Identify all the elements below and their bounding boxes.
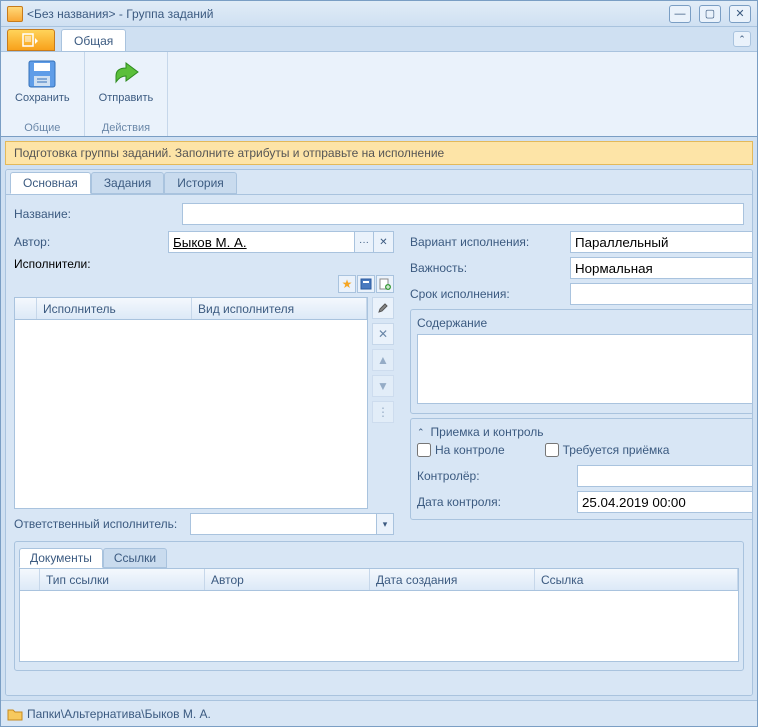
tab-history[interactable]: История (164, 172, 237, 194)
tab-documents[interactable]: Документы (19, 548, 103, 568)
send-icon (110, 58, 142, 90)
favorite-button[interactable]: ★ (338, 275, 356, 293)
delete-icon: ✕ (378, 327, 388, 341)
need-accept-checkbox[interactable]: Требуется приёмка (545, 443, 670, 457)
ribbon-group-actions: Отправить Действия (85, 52, 169, 136)
address-book-button[interactable] (357, 275, 375, 293)
ribbon-tab-general[interactable]: Общая (61, 29, 126, 51)
col-executor[interactable]: Исполнитель (37, 298, 192, 319)
send-button[interactable]: Отправить (95, 56, 158, 106)
ribbon-body: Сохранить Общие Отправить Действия (1, 51, 757, 137)
content-area: Основная Задания История Название: Автор… (5, 169, 753, 696)
save-button[interactable]: Сохранить (11, 56, 74, 106)
titlebar: <Без названия> - Группа заданий — ▢ ✕ (1, 1, 757, 27)
main-tabs: Основная Задания История (6, 170, 752, 194)
due-input[interactable] (570, 283, 752, 305)
col-doc-date[interactable]: Дата создания (370, 569, 535, 590)
app-icon (7, 6, 23, 22)
documents-grid-body[interactable] (20, 591, 738, 661)
delete-row-button[interactable]: ✕ (372, 323, 394, 345)
documents-section: Документы Ссылки Тип ссылки Автор Дата с… (14, 541, 744, 671)
responsible-dropdown-button[interactable]: ▾ (376, 513, 394, 535)
author-input[interactable] (168, 231, 354, 253)
name-input[interactable] (182, 203, 744, 225)
maximize-button[interactable]: ▢ (699, 5, 721, 23)
close-button[interactable]: ✕ (729, 5, 751, 23)
add-icon (379, 278, 391, 290)
status-path: Папки\Альтернатива\Быков М. А. (27, 707, 211, 721)
accept-legend: Приемка и контроль (431, 425, 544, 439)
arrow-up-icon: ▲ (377, 353, 389, 367)
controller-input[interactable] (577, 465, 752, 487)
add-executor-button[interactable] (376, 275, 394, 293)
on-control-checkbox[interactable]: На контроле (417, 443, 505, 457)
executors-toolbar: ★ (14, 275, 394, 293)
due-label: Срок исполнения: (410, 287, 570, 301)
ribbon-collapse-button[interactable]: ⌃ (733, 31, 751, 47)
folder-icon (7, 707, 23, 721)
window: <Без названия> - Группа заданий — ▢ ✕ Об… (0, 0, 758, 727)
responsible-input[interactable] (190, 513, 376, 535)
importance-label: Важность: (410, 261, 570, 275)
minimize-button[interactable]: — (669, 5, 691, 23)
chevron-up-icon: ⌃ (417, 427, 425, 438)
author-clear-button[interactable]: ✕ (374, 231, 394, 253)
app-menu-button[interactable] (7, 29, 55, 51)
more-button[interactable]: ⋮ (372, 401, 394, 423)
content-legend: Содержание (417, 316, 752, 330)
name-label: Название: (14, 207, 174, 221)
tab-links[interactable]: Ссылки (103, 548, 167, 568)
arrow-down-icon: ▼ (377, 379, 389, 393)
control-date-input[interactable] (577, 491, 752, 513)
notice-bar: Подготовка группы заданий. Заполните атр… (5, 141, 753, 165)
col-link-type[interactable]: Тип ссылки (40, 569, 205, 590)
documents-grid[interactable]: Тип ссылки Автор Дата создания Ссылка (19, 568, 739, 662)
window-title: <Без названия> - Группа заданий (27, 7, 669, 21)
col-kind[interactable]: Вид исполнителя (192, 298, 367, 319)
variant-input[interactable] (570, 231, 752, 253)
col-doc-link[interactable]: Ссылка (535, 569, 738, 590)
col-doc-author[interactable]: Автор (205, 569, 370, 590)
pencil-icon (377, 302, 389, 314)
move-down-button[interactable]: ▼ (372, 375, 394, 397)
content-textarea[interactable] (417, 334, 752, 404)
tab-main[interactable]: Основная (10, 172, 91, 194)
ribbon-group-general: Сохранить Общие (1, 52, 85, 136)
author-label: Автор: (14, 235, 168, 249)
controller-label: Контролёр: (417, 469, 577, 483)
star-icon: ★ (342, 277, 353, 291)
executors-grid[interactable]: Исполнитель Вид исполнителя (14, 297, 368, 509)
save-icon (26, 58, 58, 90)
col-num (15, 298, 37, 319)
main-panel: Название: Автор: ··· ✕ Исполнители: (6, 194, 752, 695)
chevron-up-icon: ⌃ (738, 34, 746, 45)
move-up-button[interactable]: ▲ (372, 349, 394, 371)
executors-label: Исполнители: (14, 257, 394, 271)
address-book-icon (360, 278, 372, 290)
executors-grid-body[interactable] (15, 320, 367, 508)
accept-fieldset: ⌃ Приемка и контроль На контроле Требуетс… (410, 418, 752, 520)
ribbon-tabstrip: Общая ⌃ (1, 27, 757, 51)
author-browse-button[interactable]: ··· (354, 231, 374, 253)
importance-input[interactable] (570, 257, 752, 279)
dots-icon: ⋮ (377, 405, 389, 419)
statusbar: Папки\Альтернатива\Быков М. А. (1, 700, 757, 726)
content-fieldset: Содержание (410, 309, 752, 414)
responsible-label: Ответственный исполнитель: (14, 517, 190, 531)
control-date-label: Дата контроля: (417, 495, 577, 509)
tab-tasks[interactable]: Задания (91, 172, 164, 194)
variant-label: Вариант исполнения: (410, 235, 570, 249)
col-icon (20, 569, 40, 590)
edit-row-button[interactable] (372, 297, 394, 319)
